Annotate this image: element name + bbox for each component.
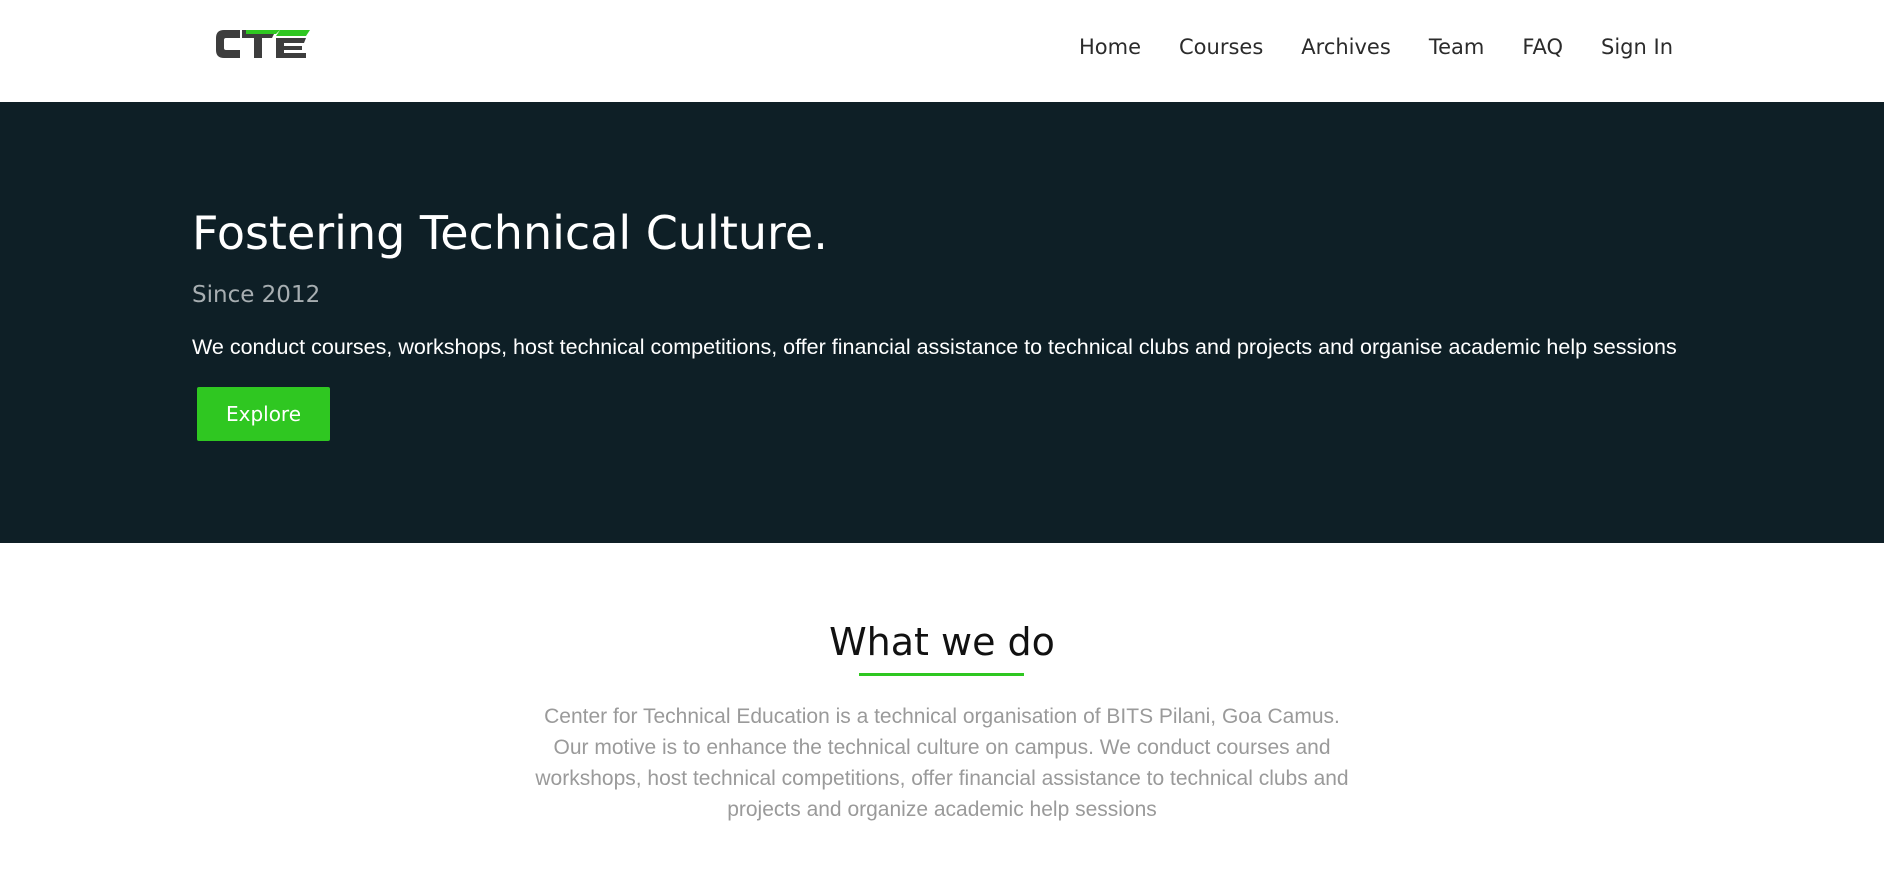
navbar: Home Courses Archives Team FAQ Sign In: [0, 0, 1884, 102]
what-we-do-description: Center for Technical Education is a tech…: [535, 705, 1349, 821]
nav-team-link[interactable]: Team: [1429, 33, 1485, 61]
nav-archives-link[interactable]: Archives: [1301, 33, 1391, 61]
hero-section: [0, 102, 1884, 543]
nav-home-link[interactable]: Home: [1079, 33, 1141, 61]
title-underline: [859, 673, 1024, 676]
what-we-do-title: What we do: [829, 620, 1055, 664]
hero-description: We conduct courses, workshops, host tech…: [192, 335, 1677, 359]
main-nav: Home Courses Archives Team FAQ Sign In: [1079, 33, 1673, 61]
hero-title: Fostering Technical Culture.: [192, 206, 828, 260]
nav-courses-link[interactable]: Courses: [1179, 33, 1263, 61]
cte-logo[interactable]: [214, 26, 310, 62]
explore-button[interactable]: Explore: [197, 387, 330, 441]
nav-sign-in-link[interactable]: Sign In: [1601, 33, 1673, 61]
hero-subtitle: Since 2012: [192, 282, 321, 308]
nav-faq-link[interactable]: FAQ: [1522, 33, 1563, 61]
